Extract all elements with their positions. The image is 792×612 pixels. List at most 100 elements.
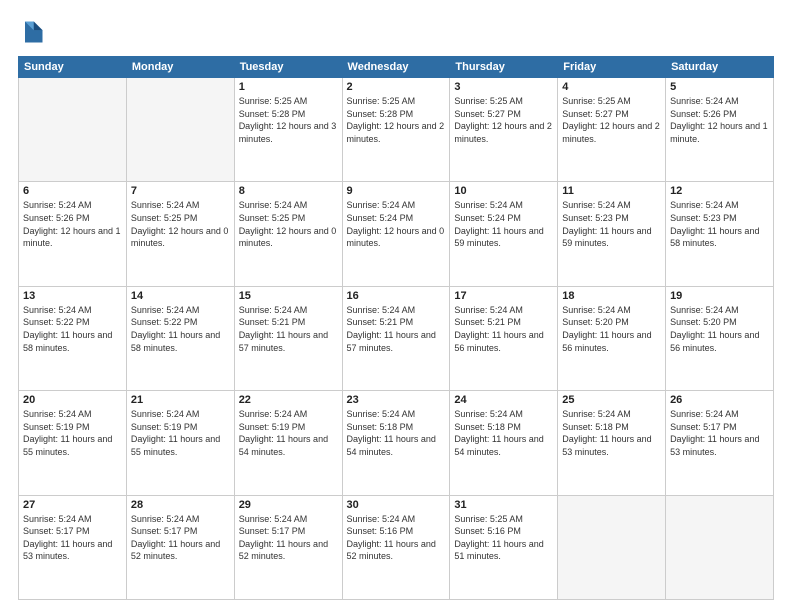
calendar-cell: 9Sunrise: 5:24 AM Sunset: 5:24 PM Daylig… [342, 182, 450, 286]
day-number: 17 [454, 290, 553, 302]
day-number: 19 [670, 290, 769, 302]
weekday-header-friday: Friday [558, 57, 666, 78]
day-number: 3 [454, 81, 553, 93]
day-info: Sunrise: 5:24 AM Sunset: 5:19 PM Dayligh… [239, 408, 338, 458]
day-number: 29 [239, 499, 338, 511]
calendar-cell: 4 Sunrise: 5:25 AM Sunset: 5:27 PM Daylig… [558, 78, 666, 182]
day-number: 24 [454, 394, 553, 406]
day-number: 8 [239, 185, 338, 197]
logo [18, 18, 50, 46]
day-number: 21 [131, 394, 230, 406]
calendar-cell [19, 78, 127, 182]
weekday-header-thursday: Thursday [450, 57, 558, 78]
weekday-header-tuesday: Tuesday [234, 57, 342, 78]
page: SundayMondayTuesdayWednesdayThursdayFrid… [0, 0, 792, 612]
day-info: Sunrise: 5:24 AM Sunset: 5:24 PM Dayligh… [347, 199, 446, 249]
calendar-cell: 27 Sunrise: 5:24 AM Sunset: 5:17 PM Dayli… [19, 495, 127, 599]
calendar-cell: 2Sunrise: 5:25 AM Sunset: 5:28 PM Daylig… [342, 78, 450, 182]
day-info: Sunrise: 5:25 AM Sunset: 5:28 PM Dayligh… [347, 95, 446, 145]
calendar-cell: 12 Sunrise: 5:24 AM Sunset: 5:23 PM Dayli… [666, 182, 774, 286]
calendar-cell: 20 Sunrise: 5:24 AM Sunset: 5:19 PM Dayli… [19, 391, 127, 495]
calendar-cell: 23Sunrise: 5:24 AM Sunset: 5:18 PM Dayli… [342, 391, 450, 495]
calendar-cell: 28Sunrise: 5:24 AM Sunset: 5:17 PM Dayli… [126, 495, 234, 599]
day-info: Sunrise: 5:24 AM Sunset: 5:17 PM Dayligh… [239, 513, 338, 563]
day-number: 28 [131, 499, 230, 511]
calendar-cell: 16 Sunrise: 5:24 AM Sunset: 5:21 PM Dayli… [342, 286, 450, 390]
day-number: 1 [239, 81, 338, 93]
week-row-5: 27 Sunrise: 5:24 AM Sunset: 5:17 PM Dayli… [19, 495, 774, 599]
calendar-cell: 19 Sunrise: 5:24 AM Sunset: 5:20 PM Dayli… [666, 286, 774, 390]
day-number: 13 [23, 290, 122, 302]
header [18, 18, 774, 46]
weekday-header-wednesday: Wednesday [342, 57, 450, 78]
week-row-2: 6 Sunrise: 5:24 AM Sunset: 5:26 PM Daylig… [19, 182, 774, 286]
calendar-cell [126, 78, 234, 182]
calendar-cell: 18 Sunrise: 5:24 AM Sunset: 5:20 PM Dayli… [558, 286, 666, 390]
day-info: Sunrise: 5:24 AM Sunset: 5:21 PM Dayligh… [347, 304, 446, 354]
calendar-cell: 31 Sunrise: 5:25 AM Sunset: 5:16 PM Dayli… [450, 495, 558, 599]
calendar-cell: 1 Sunrise: 5:25 AM Sunset: 5:28 PM Daylig… [234, 78, 342, 182]
calendar-cell: 3 Sunrise: 5:25 AM Sunset: 5:27 PM Daylig… [450, 78, 558, 182]
day-info: Sunrise: 5:24 AM Sunset: 5:19 PM Dayligh… [131, 408, 230, 458]
day-info: Sunrise: 5:24 AM Sunset: 5:18 PM Dayligh… [454, 408, 553, 458]
day-info: Sunrise: 5:25 AM Sunset: 5:16 PM Dayligh… [454, 513, 553, 563]
week-row-1: 1 Sunrise: 5:25 AM Sunset: 5:28 PM Daylig… [19, 78, 774, 182]
day-info: Sunrise: 5:24 AM Sunset: 5:21 PM Dayligh… [239, 304, 338, 354]
weekday-header-saturday: Saturday [666, 57, 774, 78]
day-number: 18 [562, 290, 661, 302]
day-info: Sunrise: 5:24 AM Sunset: 5:25 PM Dayligh… [131, 199, 230, 249]
day-info: Sunrise: 5:25 AM Sunset: 5:27 PM Dayligh… [454, 95, 553, 145]
day-info: Sunrise: 5:24 AM Sunset: 5:19 PM Dayligh… [23, 408, 122, 458]
day-number: 7 [131, 185, 230, 197]
day-number: 23 [347, 394, 446, 406]
day-info: Sunrise: 5:24 AM Sunset: 5:18 PM Dayligh… [562, 408, 661, 458]
day-info: Sunrise: 5:24 AM Sunset: 5:17 PM Dayligh… [670, 408, 769, 458]
logo-icon [18, 18, 46, 46]
day-number: 25 [562, 394, 661, 406]
day-number: 26 [670, 394, 769, 406]
weekday-header-sunday: Sunday [19, 57, 127, 78]
calendar-cell: 5 Sunrise: 5:24 AM Sunset: 5:26 PM Daylig… [666, 78, 774, 182]
day-info: Sunrise: 5:24 AM Sunset: 5:21 PM Dayligh… [454, 304, 553, 354]
day-info: Sunrise: 5:24 AM Sunset: 5:20 PM Dayligh… [670, 304, 769, 354]
day-number: 30 [347, 499, 446, 511]
calendar-cell: 10Sunrise: 5:24 AM Sunset: 5:24 PM Dayli… [450, 182, 558, 286]
calendar-cell: 13Sunrise: 5:24 AM Sunset: 5:22 PM Dayli… [19, 286, 127, 390]
calendar-cell: 14Sunrise: 5:24 AM Sunset: 5:22 PM Dayli… [126, 286, 234, 390]
day-number: 31 [454, 499, 553, 511]
day-info: Sunrise: 5:24 AM Sunset: 5:24 PM Dayligh… [454, 199, 553, 249]
day-info: Sunrise: 5:24 AM Sunset: 5:23 PM Dayligh… [670, 199, 769, 249]
day-number: 6 [23, 185, 122, 197]
day-number: 5 [670, 81, 769, 93]
day-number: 20 [23, 394, 122, 406]
day-number: 22 [239, 394, 338, 406]
calendar-cell: 17 Sunrise: 5:24 AM Sunset: 5:21 PM Dayli… [450, 286, 558, 390]
day-info: Sunrise: 5:24 AM Sunset: 5:26 PM Dayligh… [23, 199, 122, 249]
day-info: Sunrise: 5:25 AM Sunset: 5:27 PM Dayligh… [562, 95, 661, 145]
calendar-cell: 30 Sunrise: 5:24 AM Sunset: 5:16 PM Dayli… [342, 495, 450, 599]
day-info: Sunrise: 5:24 AM Sunset: 5:22 PM Dayligh… [131, 304, 230, 354]
day-number: 11 [562, 185, 661, 197]
weekday-header-row: SundayMondayTuesdayWednesdayThursdayFrid… [19, 57, 774, 78]
day-info: Sunrise: 5:24 AM Sunset: 5:17 PM Dayligh… [23, 513, 122, 563]
calendar-cell: 22 Sunrise: 5:24 AM Sunset: 5:19 PM Dayli… [234, 391, 342, 495]
calendar-cell [558, 495, 666, 599]
day-number: 4 [562, 81, 661, 93]
day-number: 12 [670, 185, 769, 197]
calendar-cell: 15 Sunrise: 5:24 AM Sunset: 5:21 PM Dayli… [234, 286, 342, 390]
calendar-cell: 25 Sunrise: 5:24 AM Sunset: 5:18 PM Dayli… [558, 391, 666, 495]
day-number: 27 [23, 499, 122, 511]
calendar-cell: 29 Sunrise: 5:24 AM Sunset: 5:17 PM Dayli… [234, 495, 342, 599]
day-number: 15 [239, 290, 338, 302]
day-number: 16 [347, 290, 446, 302]
calendar-cell [666, 495, 774, 599]
calendar-cell: 21 Sunrise: 5:24 AM Sunset: 5:19 PM Dayli… [126, 391, 234, 495]
calendar-cell: 11 Sunrise: 5:24 AM Sunset: 5:23 PM Dayli… [558, 182, 666, 286]
day-info: Sunrise: 5:24 AM Sunset: 5:23 PM Dayligh… [562, 199, 661, 249]
calendar-cell: 24 Sunrise: 5:24 AM Sunset: 5:18 PM Dayli… [450, 391, 558, 495]
calendar-cell: 6 Sunrise: 5:24 AM Sunset: 5:26 PM Daylig… [19, 182, 127, 286]
day-info: Sunrise: 5:24 AM Sunset: 5:26 PM Dayligh… [670, 95, 769, 145]
day-info: Sunrise: 5:24 AM Sunset: 5:20 PM Dayligh… [562, 304, 661, 354]
day-info: Sunrise: 5:24 AM Sunset: 5:16 PM Dayligh… [347, 513, 446, 563]
day-info: Sunrise: 5:25 AM Sunset: 5:28 PM Dayligh… [239, 95, 338, 145]
